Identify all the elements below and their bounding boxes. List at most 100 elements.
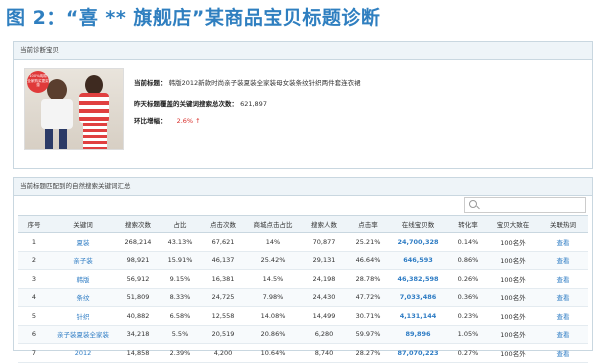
- cell-items: 46,382,598: [388, 269, 448, 289]
- cell-searchers: 24,198: [300, 269, 348, 289]
- column-header[interactable]: 商城点击占比: [246, 215, 300, 233]
- cell-searches: 98,921: [116, 251, 160, 270]
- cell-share: 43.13%: [160, 232, 200, 252]
- search-volume-value: 621,897: [240, 100, 267, 108]
- cell-conv: 0.26%: [448, 269, 488, 289]
- keyword-table: 序号 关键词 搜索次数 占比 点击次数 商城点击占比 搜索人数 点击率 在线宝贝数 转化率 宝贝大致…: [18, 215, 588, 363]
- cell-clicks: 24,725: [200, 288, 246, 307]
- cell-items: 89,896: [388, 325, 448, 344]
- cell-conv: 0.23%: [448, 306, 488, 326]
- cell-mall-share: 7.98%: [246, 288, 300, 307]
- cell-ctr: 46.64%: [348, 251, 388, 270]
- cell-items: 24,700,328: [388, 232, 448, 252]
- column-header[interactable]: 关键词: [50, 215, 116, 233]
- table-row: 5 针织 40,882 6.58% 12,558 14.08% 14,499 30.71% 4,…: [18, 306, 588, 326]
- view-hot-words-link[interactable]: 查看: [538, 343, 588, 363]
- cell-items: 646,593: [388, 251, 448, 270]
- cell-searches: 51,809: [116, 288, 160, 307]
- cell-no: 7: [18, 343, 50, 363]
- growth-line: 环比增幅： 2.6% ↑: [134, 115, 201, 125]
- keyword-link[interactable]: 针织: [50, 306, 116, 326]
- cell-items: 7,033,486: [388, 288, 448, 307]
- product-panel-header: 当前诊断宝贝: [14, 42, 592, 60]
- cell-rank: 100名外: [488, 269, 538, 289]
- photo-leg: [45, 129, 53, 149]
- table-row: 3 韩版 56,912 9.15% 16,381 14.5% 24,198 28.78% 46,…: [18, 269, 588, 289]
- cell-rank: 100名外: [488, 251, 538, 270]
- cell-searches: 268,214: [116, 232, 160, 252]
- cell-searchers: 8,740: [300, 343, 348, 363]
- keyword-link[interactable]: 夏装: [50, 232, 116, 252]
- column-header[interactable]: 点击次数: [200, 215, 246, 233]
- keyword-link[interactable]: 条纹: [50, 288, 116, 307]
- cell-ctr: 25.21%: [348, 232, 388, 252]
- column-header[interactable]: 转化率: [448, 215, 488, 233]
- cell-ctr: 47.72%: [348, 288, 388, 307]
- cell-conv: 0.27%: [448, 343, 488, 363]
- cell-searches: 14,858: [116, 343, 160, 363]
- column-header[interactable]: 序号: [18, 215, 50, 233]
- view-hot-words-link[interactable]: 查看: [538, 269, 588, 289]
- column-header[interactable]: 点击率: [348, 215, 388, 233]
- table-row: 4 条纹 51,809 8.33% 24,725 7.98% 24,430 47.72% 7,0…: [18, 288, 588, 307]
- cell-no: 3: [18, 269, 50, 289]
- cell-clicks: 20,519: [200, 325, 246, 344]
- up-arrow-icon: ↑: [195, 117, 201, 125]
- table-header-row: 序号 关键词 搜索次数 占比 点击次数 商城点击占比 搜索人数 点击率 在线宝贝数 转化率 宝贝大致…: [18, 215, 588, 233]
- keyword-search-input[interactable]: [464, 197, 586, 213]
- view-hot-words-link[interactable]: 查看: [538, 288, 588, 307]
- cell-rank: 100名外: [488, 288, 538, 307]
- cell-mall-share: 10.64%: [246, 343, 300, 363]
- cell-conv: 0.14%: [448, 232, 488, 252]
- keyword-panel: 当前标题匹配到的自然搜索关键词汇总 序号 关键词 搜索次数 占比 点击次数 商城点击占比搜…: [13, 177, 593, 363]
- photo-promo-badge: 100%纯棉 全家购买更实惠: [27, 71, 49, 93]
- photo-white-shirt: [41, 99, 73, 129]
- photo-person-head: [47, 79, 67, 101]
- cell-mall-share: 20.86%: [246, 325, 300, 344]
- cell-searchers: 6,280: [300, 325, 348, 344]
- view-hot-words-link[interactable]: 查看: [538, 306, 588, 326]
- table-row: 1 夏装 268,214 43.13% 67,621 14% 70,877 25.21% 24,…: [18, 232, 588, 252]
- keyword-link[interactable]: 韩版: [50, 269, 116, 289]
- view-hot-words-link[interactable]: 查看: [538, 232, 588, 252]
- column-header[interactable]: 占比: [160, 215, 200, 233]
- cell-no: 1: [18, 232, 50, 252]
- table-row: 7 2012 14,858 2.39% 4,200 10.64% 8,740 28.27% 87…: [18, 343, 588, 363]
- cell-mall-share: 14%: [246, 232, 300, 252]
- cell-items: 4,131,144: [388, 306, 448, 326]
- column-header[interactable]: 搜索次数: [116, 215, 160, 233]
- search-icon[interactable]: [469, 200, 477, 208]
- keyword-link[interactable]: 2012: [50, 343, 116, 363]
- growth-value: 2.6%: [176, 117, 194, 125]
- cell-searches: 56,912: [116, 269, 160, 289]
- cell-rank: 100名外: [488, 343, 538, 363]
- view-hot-words-link[interactable]: 查看: [538, 251, 588, 270]
- figure-title: 图 2：“喜 ** 旗舰店”某商品宝贝标题诊断: [6, 7, 381, 29]
- keyword-link[interactable]: 亲子装: [50, 251, 116, 270]
- cell-ctr: 28.78%: [348, 269, 388, 289]
- cell-conv: 0.86%: [448, 251, 488, 270]
- cell-conv: 0.36%: [448, 288, 488, 307]
- column-header[interactable]: 关联热词: [538, 215, 588, 233]
- growth-label: 环比增幅：: [134, 117, 167, 125]
- product-photo[interactable]: 100%纯棉 全家购买更实惠: [24, 68, 124, 150]
- column-header[interactable]: 搜索人数: [300, 215, 348, 233]
- title-label: 当前标题：: [134, 79, 167, 87]
- view-hot-words-link[interactable]: 查看: [538, 325, 588, 344]
- column-header[interactable]: 宝贝大致在: [488, 215, 538, 233]
- cell-share: 15.91%: [160, 251, 200, 270]
- cell-no: 5: [18, 306, 50, 326]
- page: 图 2：“喜 ** 旗舰店”某商品宝贝标题诊断 当前诊断宝贝 100%纯棉 全家…: [0, 0, 600, 363]
- column-header[interactable]: 在线宝贝数: [388, 215, 448, 233]
- cell-rank: 100名外: [488, 306, 538, 326]
- table-body: 1 夏装 268,214 43.13% 67,621 14% 70,877 25.21% 24,…: [18, 232, 588, 363]
- cell-mall-share: 14.08%: [246, 306, 300, 326]
- photo-striped-top: [79, 93, 109, 123]
- cell-no: 2: [18, 251, 50, 270]
- cell-searches: 34,218: [116, 325, 160, 344]
- photo-leg: [59, 129, 67, 149]
- cell-searchers: 29,131: [300, 251, 348, 270]
- cell-share: 8.33%: [160, 288, 200, 307]
- cell-share: 9.15%: [160, 269, 200, 289]
- keyword-link[interactable]: 亲子装夏装全家装: [50, 325, 116, 344]
